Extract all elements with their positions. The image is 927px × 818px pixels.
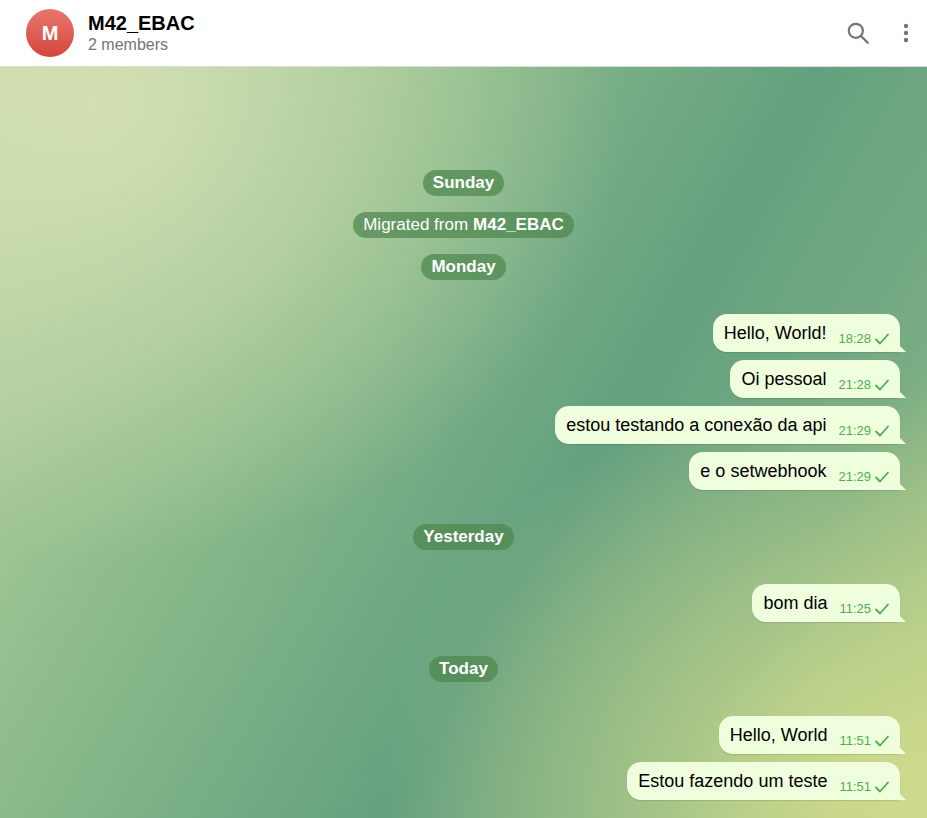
- message-bubble[interactable]: estou testando a conexão da api 21:29: [555, 406, 900, 444]
- date-separator: Today: [27, 656, 900, 682]
- service-message: Migrated from M42_EBAC: [27, 212, 900, 238]
- message-time: 11:51: [839, 733, 871, 748]
- header-actions: [845, 20, 911, 46]
- message-meta: 18:28: [838, 331, 890, 346]
- group-avatar[interactable]: M: [26, 9, 74, 57]
- chat-header: M M42_EBAC 2 members: [0, 0, 927, 67]
- date-chip: Yesterday: [413, 524, 513, 550]
- sent-check-icon: [874, 734, 890, 748]
- message-text: Estou fazendo um teste: [638, 770, 827, 792]
- message-time: 11:51: [839, 779, 871, 794]
- message-meta: 11:25: [839, 601, 890, 616]
- chat-info[interactable]: M42_EBAC 2 members: [88, 11, 845, 56]
- date-separator: Yesterday: [27, 524, 900, 550]
- message-row: Hello, World! 18:28: [27, 314, 900, 352]
- message-bubble[interactable]: Oi pessoal 21:28: [730, 360, 900, 398]
- date-chip: Sunday: [423, 170, 504, 196]
- message-row: Hello, World 11:51: [27, 716, 900, 754]
- service-chip: Migrated from M42_EBAC: [353, 212, 574, 238]
- message-row: e o setwebhook 21:29: [27, 452, 900, 490]
- telegram-chat: M M42_EBAC 2 members Sunday Migrated from…: [0, 0, 927, 818]
- message-text: e o setwebhook: [700, 460, 826, 482]
- message-text: bom dia: [763, 592, 827, 614]
- message-bubble[interactable]: e o setwebhook 21:29: [689, 452, 900, 490]
- date-chip: Today: [429, 656, 498, 682]
- members-count: 2 members: [88, 35, 845, 56]
- message-bubble[interactable]: Estou fazendo um teste 11:51: [627, 762, 900, 800]
- sent-check-icon: [874, 602, 890, 616]
- message-row: Oi pessoal 21:28: [27, 360, 900, 398]
- date-chip: Monday: [421, 254, 505, 280]
- message-bubble[interactable]: bom dia 11:25: [752, 584, 900, 622]
- message-time: 11:25: [839, 601, 871, 616]
- message-text: estou testando a conexão da api: [566, 414, 826, 436]
- sent-check-icon: [874, 780, 890, 794]
- message-bubble[interactable]: Hello, World! 18:28: [713, 314, 900, 352]
- date-separator: Monday: [27, 254, 900, 280]
- message-row: estou testando a conexão da api 21:29: [27, 406, 900, 444]
- message-meta: 11:51: [839, 779, 890, 794]
- message-row: Estou fazendo um teste 11:51: [27, 762, 900, 800]
- message-meta: 21:29: [838, 469, 890, 484]
- service-bold: M42_EBAC: [473, 215, 564, 235]
- chat-title: M42_EBAC: [88, 11, 845, 35]
- service-text: Migrated from: [363, 215, 468, 235]
- message-meta: 11:51: [839, 733, 890, 748]
- message-time: 21:29: [838, 423, 871, 438]
- message-meta: 21:29: [838, 423, 890, 438]
- message-text: Hello, World: [730, 724, 828, 746]
- sent-check-icon: [874, 332, 890, 346]
- search-icon[interactable]: [845, 20, 871, 46]
- message-meta: 21:28: [838, 377, 890, 392]
- sent-check-icon: [874, 470, 890, 484]
- message-time: 18:28: [838, 331, 871, 346]
- chat-area[interactable]: Sunday Migrated from M42_EBAC Monday Hello,…: [0, 67, 927, 818]
- message-time: 21:28: [838, 377, 871, 392]
- more-options-icon[interactable]: [901, 20, 911, 46]
- message-bubble[interactable]: Hello, World 11:51: [719, 716, 900, 754]
- sent-check-icon: [874, 424, 890, 438]
- date-separator: Sunday: [27, 170, 900, 196]
- sent-check-icon: [874, 378, 890, 392]
- message-time: 21:29: [838, 469, 871, 484]
- message-text: Oi pessoal: [741, 368, 826, 390]
- message-row: bom dia 11:25: [27, 584, 900, 622]
- message-text: Hello, World!: [724, 322, 827, 344]
